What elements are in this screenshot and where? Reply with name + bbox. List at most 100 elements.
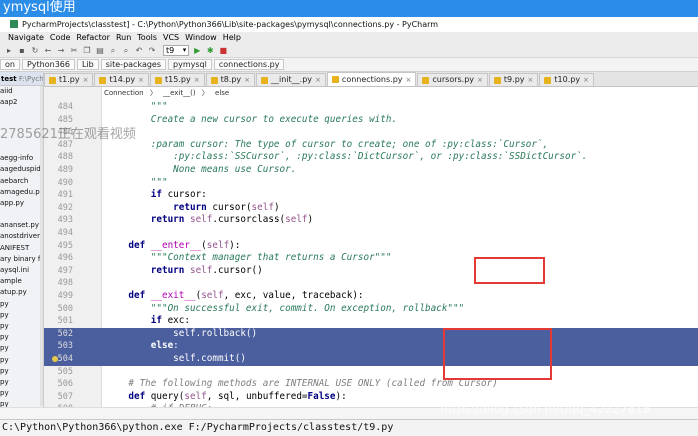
menu-tools[interactable]: Tools xyxy=(137,32,157,44)
breadcrumb-item[interactable]: site-packages xyxy=(100,59,167,70)
find-icon[interactable]: ⌕ xyxy=(108,46,118,56)
code-line[interactable]: 484 """ xyxy=(44,101,698,114)
run-config-select[interactable]: t9 xyxy=(163,45,190,56)
project-file-item[interactable]: py xyxy=(0,299,43,310)
code-line[interactable]: 489 None means use Cursor. xyxy=(44,164,698,177)
editor-crumb-method[interactable]: __exit__() xyxy=(163,89,195,97)
code-line[interactable]: 497 return self.cursor() xyxy=(44,265,698,278)
editor-crumb-block[interactable]: else xyxy=(215,89,229,97)
code-editor[interactable]: Connection 〉 __exit__() 〉 else 484 """ 48… xyxy=(44,87,698,407)
save-icon[interactable]: ▪ xyxy=(17,46,27,56)
code-line[interactable]: 493 return self.cursorclass(self) xyxy=(44,214,698,227)
project-file-item[interactable]: ary binary file xyxy=(0,254,43,265)
project-file-item[interactable]: py xyxy=(0,321,43,332)
close-tab-icon[interactable]: × xyxy=(244,74,250,86)
project-file-item[interactable]: ample xyxy=(0,276,43,287)
code-line[interactable]: 485 Create a new cursor to execute queri… xyxy=(44,114,698,127)
code-line[interactable]: 486 xyxy=(44,126,698,139)
project-file-item[interactable]: aiid xyxy=(0,86,43,97)
project-file-item[interactable]: anostdriver.log xyxy=(0,231,43,242)
replace-icon[interactable]: ⌕ xyxy=(121,46,131,56)
code-line[interactable]: 495 def __enter__(self): xyxy=(44,240,698,253)
close-tab-icon[interactable]: × xyxy=(194,74,200,86)
menu-help[interactable]: Help xyxy=(223,32,241,44)
cut-icon[interactable]: ✂ xyxy=(69,46,79,56)
project-file-item[interactable]: py xyxy=(0,332,43,343)
close-tab-icon[interactable]: × xyxy=(138,74,144,86)
project-file-item[interactable]: ananset.py xyxy=(0,220,43,231)
close-tab-icon[interactable]: × xyxy=(583,74,589,86)
project-file-item[interactable]: py xyxy=(0,310,43,321)
code-line[interactable]: 505 xyxy=(44,366,698,379)
project-file-item[interactable]: py xyxy=(0,366,43,377)
sync-icon[interactable]: ↻ xyxy=(30,46,40,56)
code-line[interactable]: 500 """On successful exit, commit. On ex… xyxy=(44,303,698,316)
code-line[interactable]: 491 if cursor: xyxy=(44,189,698,202)
code-line[interactable]: 501 if exc: xyxy=(44,315,698,328)
menu-vcs[interactable]: VCS xyxy=(163,32,179,44)
project-file-item[interactable]: aageduspider xyxy=(0,164,43,175)
project-file-item[interactable]: ANIFEST xyxy=(0,243,43,254)
project-file-item[interactable]: aegg-info xyxy=(0,153,43,164)
project-file-item[interactable]: amagedu.py xyxy=(0,187,43,198)
menu-run[interactable]: Run xyxy=(116,32,131,44)
debug-icon[interactable]: ✱ xyxy=(205,46,215,56)
editor-tab[interactable]: t10.py × xyxy=(539,73,594,86)
code-line[interactable]: 502 self.rollback() xyxy=(44,327,698,341)
project-file-item[interactable]: app.py xyxy=(0,198,43,209)
project-file-item[interactable]: py xyxy=(0,388,43,399)
breadcrumb-item[interactable]: pymysql xyxy=(168,59,212,70)
editor-tab[interactable]: t14.py × xyxy=(94,73,150,86)
project-file-item[interactable] xyxy=(0,142,43,153)
editor-tab[interactable]: t1.py × xyxy=(44,73,94,86)
run-icon[interactable]: ▶ xyxy=(192,46,202,56)
editor-tab[interactable]: t9.py × xyxy=(488,73,539,86)
close-tab-icon[interactable]: × xyxy=(528,74,534,86)
project-file-item[interactable] xyxy=(0,209,43,220)
paste-icon[interactable]: ▤ xyxy=(95,46,105,56)
code-line[interactable]: 487 :param cursor: The type of cursor to… xyxy=(44,139,698,152)
editor-tab[interactable]: t8.py × xyxy=(205,73,256,86)
project-file-item[interactable]: py xyxy=(0,377,43,388)
close-tab-icon[interactable]: × xyxy=(406,74,412,86)
back-icon[interactable]: ← xyxy=(43,46,53,56)
code-line[interactable]: 494 xyxy=(44,227,698,240)
menu-code[interactable]: Code xyxy=(50,32,70,44)
breadcrumb-item[interactable]: Python366 xyxy=(21,59,75,70)
code-line[interactable]: 503 else: xyxy=(44,340,698,353)
project-file-item[interactable]: aebarch xyxy=(0,176,43,187)
code-line[interactable]: 504 self.commit() xyxy=(44,353,698,366)
close-tab-icon[interactable]: × xyxy=(315,74,321,86)
close-tab-icon[interactable]: × xyxy=(83,74,89,86)
breadcrumb-item[interactable]: on xyxy=(0,59,20,70)
copy-icon[interactable]: ❐ xyxy=(82,46,92,56)
open-icon[interactable]: ▸ xyxy=(4,46,14,56)
project-file-item[interactable]: py xyxy=(0,343,43,354)
code-line[interactable]: 488 :py:class:`SSCursor`, :py:class:`Dic… xyxy=(44,151,698,164)
close-tab-icon[interactable]: × xyxy=(477,74,483,86)
code-line[interactable]: 498 xyxy=(44,277,698,290)
project-root[interactable]: test F:\Pych... xyxy=(0,72,43,86)
code-line[interactable]: 506 # The following methods are INTERNAL… xyxy=(44,378,698,391)
menu-window[interactable]: Window xyxy=(185,32,217,44)
menu-navigate[interactable]: Navigate xyxy=(8,32,44,44)
code-line[interactable]: 490 """ xyxy=(44,177,698,190)
editor-tab[interactable]: connections.py × xyxy=(326,72,417,86)
editor-tab[interactable]: __init__.py × xyxy=(256,73,326,86)
editor-tab[interactable]: cursors.py × xyxy=(417,73,488,86)
code-line[interactable]: 496 """Context manager that returns a Cu… xyxy=(44,252,698,265)
project-file-item[interactable] xyxy=(0,108,43,119)
project-file-item[interactable]: aysql.ini xyxy=(0,265,43,276)
breadcrumb-item[interactable]: Lib xyxy=(76,59,99,70)
menu-refactor[interactable]: Refactor xyxy=(76,32,110,44)
code-line[interactable]: 492 return cursor(self) xyxy=(44,202,698,215)
code-line[interactable]: 499 def __exit__(self, exc, value, trace… xyxy=(44,290,698,303)
project-file-item[interactable]: atup.py xyxy=(0,287,43,298)
stop-icon[interactable]: ■ xyxy=(218,46,228,56)
editor-crumb-class[interactable]: Connection xyxy=(104,89,144,97)
project-file-item[interactable]: aap2 xyxy=(0,97,43,108)
intention-bulb-icon[interactable] xyxy=(52,356,58,362)
undo-icon[interactable]: ↶ xyxy=(134,46,144,56)
redo-icon[interactable]: ↷ xyxy=(147,46,157,56)
forward-icon[interactable]: → xyxy=(56,46,66,56)
